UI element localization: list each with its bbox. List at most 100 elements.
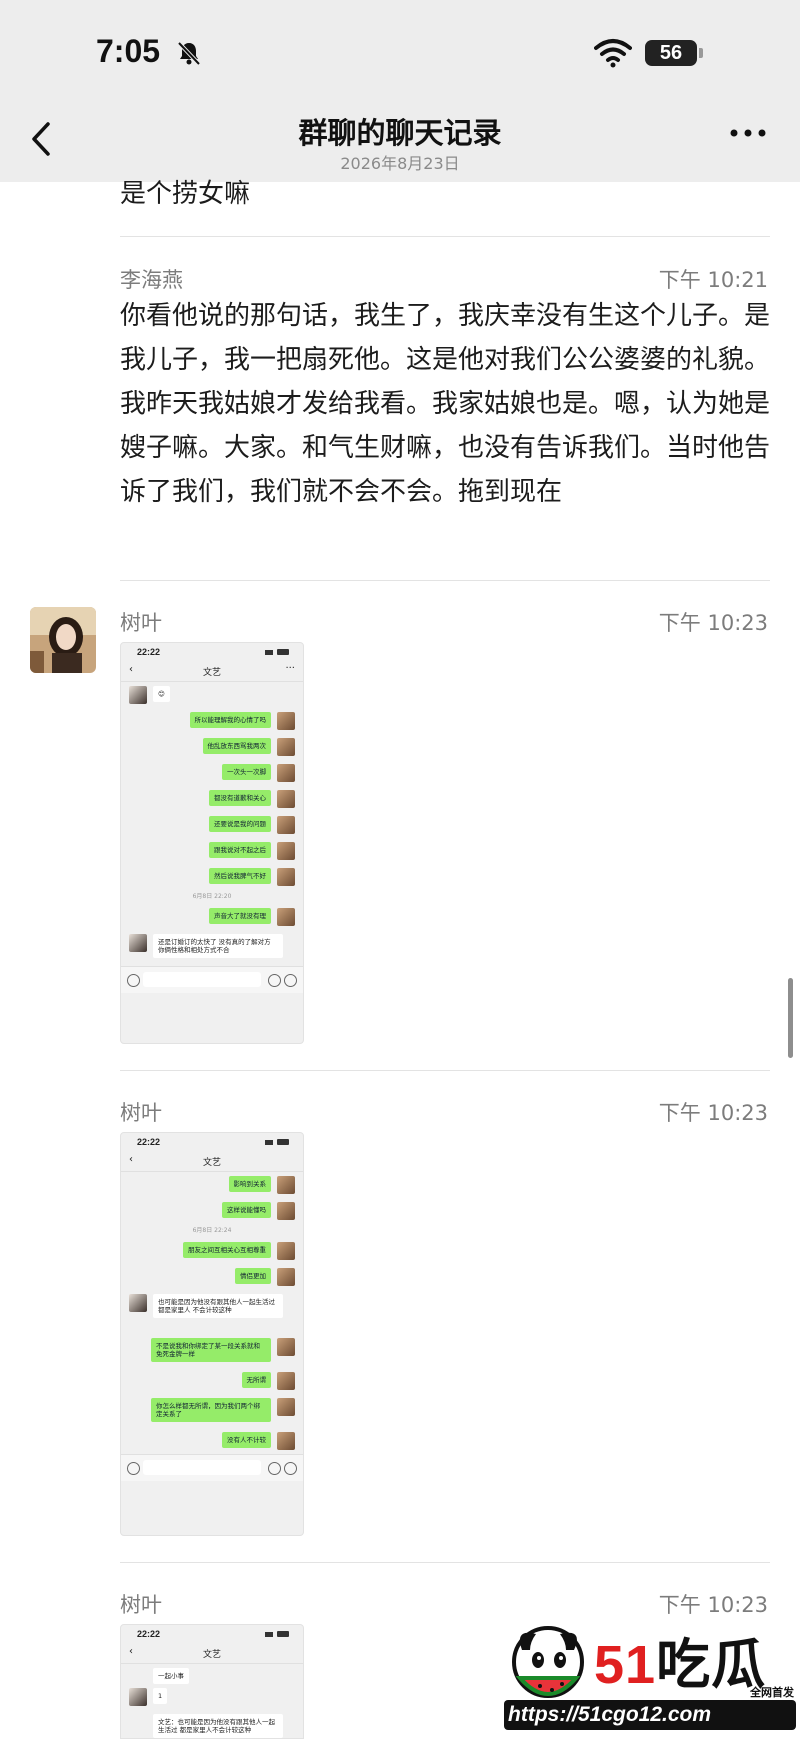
- watermark-url: https://51cgo12.com: [504, 1700, 796, 1730]
- screenshot-image[interactable]: 22:22 ‹ 文艺 一起小事 1 文艺：也可能是因为他没有跟其他人一起生活过 …: [120, 1624, 304, 1739]
- shot-avatar: [277, 1432, 295, 1450]
- chat-row: 声音大了就没有理: [121, 904, 303, 930]
- chat-bubble: 声音大了就没有理: [209, 908, 271, 924]
- shot-emoji-icon: [268, 1462, 281, 1475]
- chat-row: 朋友之间互相关心互相尊重: [121, 1238, 303, 1264]
- shot-status-bar: 22:22: [121, 643, 303, 661]
- shot-avatar: [277, 1372, 295, 1390]
- chat-row: 一次头一次脚: [121, 760, 303, 786]
- message-time: 下午 10:23: [658, 1593, 768, 1617]
- wifi-icon: [594, 39, 632, 68]
- watermark: 51吃瓜 全网首发 https://51cgo12.com: [504, 1620, 798, 1732]
- chat-bubble: 还要说是我的问题: [209, 816, 271, 832]
- shot-avatar: [129, 934, 147, 952]
- chat-bubble: 还是订婚订的太快了 没有真的了解对方 你俩性格和相处方式不合: [153, 934, 283, 958]
- bell-muted-icon: [177, 41, 201, 66]
- shot-contact: 文艺: [202, 1158, 221, 1168]
- shot-header: ‹ 文艺: [121, 1643, 303, 1664]
- watermark-brand-number: 51: [594, 1635, 657, 1695]
- shot-avatar: [277, 1268, 295, 1286]
- chat-bubble: 影响到关系: [228, 1176, 271, 1192]
- chat-bubble: 这样说能懂吗: [222, 1202, 271, 1218]
- shot-avatar: [277, 868, 295, 886]
- shot-avatar: [277, 1242, 295, 1260]
- chat-row: 不是说我和你绑定了某一段关系就和免死金牌一样: [121, 1334, 303, 1368]
- message-divider: [120, 1070, 770, 1071]
- chat-row: 所以能理解我的心情了吗: [121, 708, 303, 734]
- shot-header: ‹ 文艺 ···: [121, 661, 303, 682]
- chat-row: 还要说是我的问题: [121, 812, 303, 838]
- shot-header: ‹ 文艺: [121, 1151, 303, 1172]
- message-text: 你看他说的那句话，我生了，我庆幸没有生这个儿子。是我儿子，我一把扇死他。这是他对…: [120, 301, 771, 507]
- chat-bubble: 1: [153, 1688, 168, 1704]
- shot-avatar: [277, 908, 295, 926]
- message-divider: [120, 580, 770, 581]
- shot-more-icon: ···: [285, 663, 295, 674]
- shot-time: 22:22: [137, 1629, 161, 1639]
- shot-plus-icon: [284, 974, 297, 987]
- message-time: 下午 10:21: [658, 268, 768, 292]
- shot-status-bar: 22:22: [121, 1625, 303, 1643]
- message-divider: [120, 1562, 770, 1563]
- chat-bubble: 也可能是因为他没有跟其他人一起生活过 都是家里人 不会计较这种: [153, 1294, 283, 1318]
- message-sender: 树叶: [120, 1593, 162, 1617]
- shot-avatar: [277, 790, 295, 808]
- chat-row: 这样说能懂吗: [121, 1198, 303, 1224]
- shot-avatar: [277, 712, 295, 730]
- chat-row: 跟我说对不起之后: [121, 838, 303, 864]
- chat-row: 影响到关系: [121, 1172, 303, 1198]
- watermark-brand: 51吃瓜: [594, 1620, 766, 1699]
- chat-row: 情侣更加: [121, 1264, 303, 1290]
- page-date: 2026年8月23日: [340, 154, 460, 173]
- message-time: 下午 10:23: [658, 1101, 768, 1125]
- chat-row: 他乱放东西骂我两次: [121, 734, 303, 760]
- shot-emoji-icon: [268, 974, 281, 987]
- chat-row: 你怎么样都无所谓，因为我们两个绑定关系了: [121, 1394, 303, 1428]
- shot-signal-icon: [265, 1631, 289, 1637]
- shot-avatar: [277, 764, 295, 782]
- status-time: 7:05: [96, 33, 161, 69]
- watermark-tag: 全网首发: [750, 1686, 794, 1699]
- chat-bubble: 所以能理解我的心情了吗: [189, 712, 271, 728]
- chat-bubble: 文艺：也可能是因为他没有跟其他人一起生活过 都是家里人不会计较这种: [153, 1714, 283, 1738]
- chat-bubble: 都没有道歉和关心: [209, 790, 271, 806]
- chat-row: 还是订婚订的太快了 没有真的了解对方 你俩性格和相处方式不合: [121, 930, 303, 966]
- screenshot-image[interactable]: 22:22 ‹ 文艺 ··· 😊 所以能理解我的心情了吗 他乱放东西骂我两次 一…: [120, 642, 304, 1044]
- avatar-photo: [30, 607, 96, 673]
- shot-avatar: [129, 1294, 147, 1312]
- chat-bubble: 😊: [153, 686, 170, 702]
- shot-signal-icon: [265, 1139, 289, 1145]
- chat-bubble: 你怎么样都无所谓，因为我们两个绑定关系了: [151, 1398, 271, 1422]
- message-sender: 树叶: [120, 611, 162, 635]
- chat-bubble: 一次头一次脚: [222, 764, 271, 780]
- chat-bubble: 不是说我和你绑定了某一段关系就和免死金牌一样: [151, 1338, 271, 1362]
- more-options-icon[interactable]: [728, 126, 768, 140]
- battery-cap: [699, 48, 703, 58]
- battery-indicator: 56: [645, 40, 697, 66]
- screenshot-image[interactable]: 22:22 ‹ 文艺 影响到关系 这样说能懂吗 6月8日 22:24 朋友之间互…: [120, 1132, 304, 1536]
- shot-avatar: [129, 1688, 147, 1706]
- message-sender: 李海燕: [120, 268, 183, 292]
- shot-contact: 文艺: [202, 668, 221, 678]
- chat-row: 文艺：也可能是因为他没有跟其他人一起生活过 都是家里人不会计较这种: [121, 1710, 303, 1738]
- shot-voice-icon: [127, 974, 140, 987]
- previous-message-text: 是个捞女嘛: [120, 179, 251, 209]
- chat-bubble: 跟我说对不起之后: [209, 842, 271, 858]
- shot-input-bar: [121, 966, 303, 993]
- shot-time: 22:22: [137, 1137, 161, 1147]
- shot-input-bar: [121, 1454, 303, 1481]
- shot-contact: 文艺: [202, 1650, 221, 1660]
- nav-bar: 群聊的聊天记录 2026年8月23日: [0, 96, 800, 182]
- avatar[interactable]: [30, 607, 96, 673]
- shot-avatar: [277, 1338, 295, 1356]
- shot-signal-icon: [265, 649, 289, 655]
- chat-bubble: 然后说我脾气不好: [209, 868, 271, 884]
- shot-avatar: [277, 1202, 295, 1220]
- chat-bubble: 无所谓: [241, 1372, 271, 1388]
- scroll-indicator[interactable]: [788, 978, 793, 1058]
- shot-avatar: [277, 738, 295, 756]
- message-sender: 树叶: [120, 1101, 162, 1125]
- chat-row: 然后说我脾气不好: [121, 864, 303, 890]
- shot-input-box: [143, 1460, 261, 1475]
- page-title: 群聊的聊天记录: [298, 116, 502, 150]
